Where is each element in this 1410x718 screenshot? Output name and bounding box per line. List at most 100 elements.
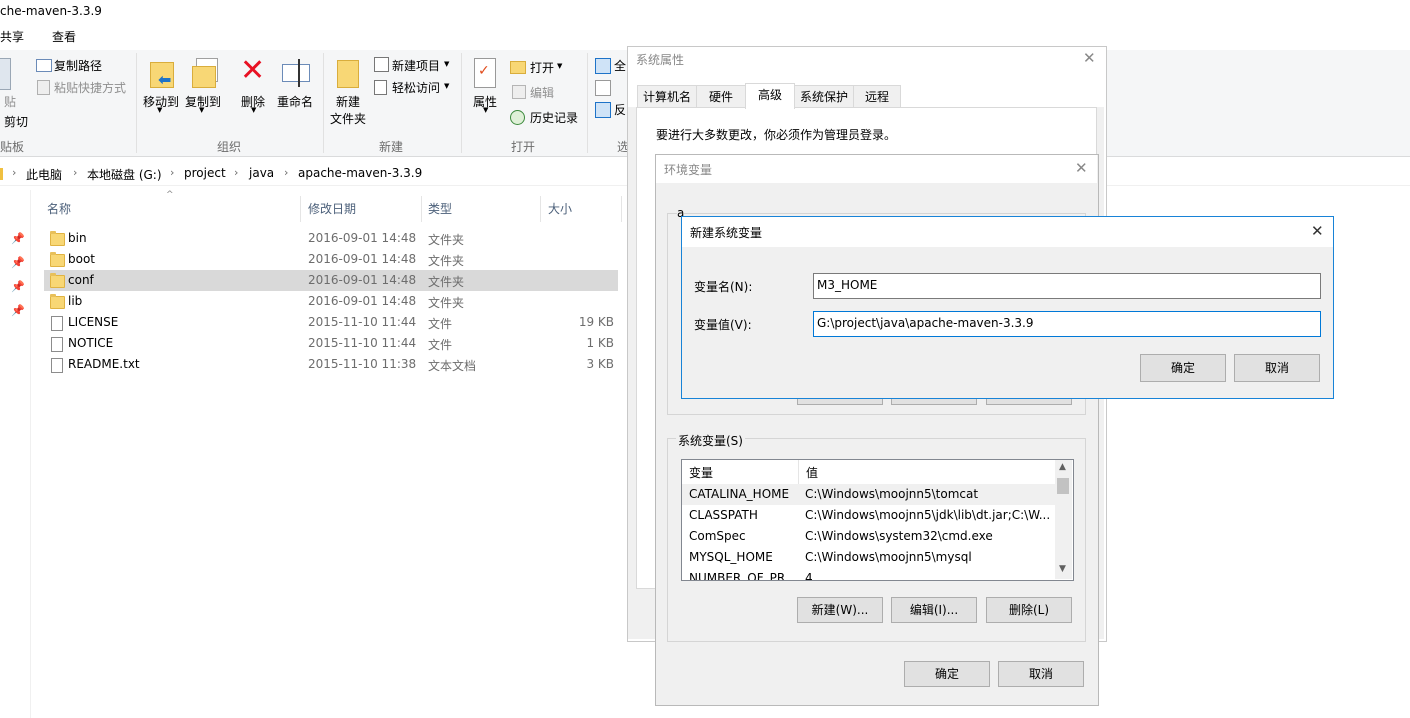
menu-share[interactable]: 共享 [0,28,24,45]
variable-value-input[interactable]: G:\project\java\apache-maven-3.3.9 [813,311,1321,337]
cut-button[interactable]: 剪切 [4,113,28,130]
column-divider[interactable] [540,196,541,222]
paste-shortcut-button[interactable]: 粘贴快捷方式 [54,79,126,96]
copy-path-button[interactable]: 复制路径 [54,57,102,74]
breadcrumb-this-pc[interactable]: 此电脑 [26,166,62,183]
system-edit-button[interactable]: 编辑(I)... [891,597,977,623]
scroll-down-icon[interactable]: ▼ [1059,564,1066,574]
new-folder-label-line1[interactable]: 新建 [336,93,360,110]
file-row[interactable]: boot 2016-09-01 14:48 文件夹 [44,249,618,270]
table-row[interactable]: NUMBER_OF_PR... 4 [682,568,1055,580]
rename-button[interactable]: 重命名 [277,93,313,110]
column-header-type[interactable]: 类型 [428,200,452,217]
env-cancel-button[interactable]: 取消 [998,661,1084,687]
admin-note: 要进行大多数更改，你必须作为管理员登录。 [656,128,897,142]
breadcrumb-separator-icon: › [73,166,78,179]
breadcrumb-drive[interactable]: 本地磁盘 (G:) [87,166,162,183]
scroll-up-icon[interactable]: ▲ [1059,462,1066,472]
pin-icon[interactable]: 📌 [11,256,25,269]
column-divider[interactable] [421,196,422,222]
system-vars-list[interactable]: 变量 值 CATALINA_HOME C:\Windows\moojnn5\to… [681,459,1074,581]
close-icon[interactable]: ✕ [1083,49,1096,67]
variable-name: CLASSPATH [689,508,758,522]
file-date: 2016-09-01 14:48 [308,231,417,245]
tab-hardware[interactable]: 硬件 [696,85,746,108]
file-name: NOTICE [68,336,114,350]
system-delete-button[interactable]: 删除(L) [986,597,1072,623]
table-row[interactable]: CATALINA_HOME C:\Windows\moojnn5\tomcat [682,484,1055,505]
paste-shortcut-icon [37,80,50,95]
file-row[interactable]: README.txt 2015-11-10 11:38 文本文档 3 KB [44,354,618,375]
copy-path-icon [36,59,52,72]
new-item-icon [374,57,389,72]
file-date: 2016-09-01 14:48 [308,294,417,308]
table-row[interactable]: ComSpec C:\Windows\system32\cmd.exe [682,526,1055,547]
column-divider[interactable] [798,460,799,484]
variable-value: C:\Windows\moojnn5\tomcat [805,487,979,501]
history-icon [510,110,525,125]
column-divider[interactable] [621,196,622,222]
column-header-date[interactable]: 修改日期 [308,200,356,217]
file-row[interactable]: LICENSE 2015-11-10 11:44 文件 19 KB [44,312,618,333]
file-name: conf [68,273,94,287]
select-all-button[interactable]: 全 [614,57,626,74]
pin-icon[interactable]: 📌 [11,304,25,317]
system-vars-label: 系统变量(S) [676,432,745,449]
env-ok-button[interactable]: 确定 [904,661,990,687]
history-button[interactable]: 历史记录 [530,109,578,126]
table-row[interactable]: MYSQL_HOME C:\Windows\moojnn5\mysql [682,547,1055,568]
scrollbar-thumb[interactable] [1057,478,1069,494]
tab-remote[interactable]: 远程 [853,85,901,108]
open-chevron-icon: ▼ [557,62,563,70]
open-button[interactable]: 打开 [530,59,554,76]
column-header-name[interactable]: 名称 [47,200,71,217]
delete-icon: ✕ [240,53,266,88]
tab-computer-name[interactable]: 计算机名 [637,85,697,108]
invert-selection-button[interactable]: 反 [614,101,626,118]
file-size: 19 KB [578,315,614,329]
file-row[interactable]: bin 2016-09-01 14:48 文件夹 [44,228,618,249]
scrollbar[interactable]: ▲ ▼ [1055,460,1072,579]
tab-advanced[interactable]: 高级 [745,83,795,109]
column-header-variable[interactable]: 变量 [689,464,713,481]
paste-icon[interactable] [0,58,11,90]
variable-value-label: 变量值(V): [694,318,752,332]
new-var-title-bar [682,217,1333,247]
breadcrumb-project[interactable]: project [184,166,226,180]
breadcrumb-java[interactable]: java [249,166,274,180]
menu-view[interactable]: 查看 [52,28,76,45]
sort-ascending-icon: ^ [166,190,174,200]
new-folder-label-line2[interactable]: 文件夹 [330,110,366,127]
file-row[interactable]: lib 2016-09-01 14:48 文件夹 [44,291,618,312]
column-header-value[interactable]: 值 [806,464,818,481]
easy-access-icon [374,80,387,95]
easy-access-button[interactable]: 轻松访问 [392,79,440,96]
file-row-selected[interactable]: conf 2016-09-01 14:48 文件夹 [44,270,618,291]
file-date: 2015-11-10 11:44 [308,336,417,350]
pin-icon[interactable]: 📌 [11,232,25,245]
paste-button-label[interactable]: 贴 [4,93,16,110]
new-item-chevron-icon: ▼ [444,60,450,68]
clipboard-group-label: 贴板 [0,140,25,154]
file-type: 文件夹 [428,296,465,310]
breadcrumb-current-folder[interactable]: apache-maven-3.3.9 [298,166,422,180]
pin-icon[interactable]: 📌 [11,280,25,293]
table-row[interactable]: CLASSPATH C:\Windows\moojnn5\jdk\lib\dt.… [682,505,1055,526]
new-var-cancel-button[interactable]: 取消 [1234,354,1320,382]
column-header-size[interactable]: 大小 [548,200,572,217]
tab-system-protection[interactable]: 系统保护 [794,85,854,108]
open-icon [510,61,526,74]
breadcrumb-separator-icon: › [234,166,239,179]
file-row[interactable]: NOTICE 2015-11-10 11:44 文件 1 KB [44,333,618,354]
new-item-button[interactable]: 新建项目 [392,57,440,74]
variable-name-input[interactable]: M3_HOME [813,273,1321,299]
close-icon[interactable]: ✕ [1311,222,1324,240]
file-date: 2015-11-10 11:38 [308,357,417,371]
column-divider[interactable] [300,196,301,222]
new-var-ok-button[interactable]: 确定 [1140,354,1226,382]
edit-button[interactable]: 编辑 [530,84,554,101]
new-variable-title: 新建系统变量 [690,226,763,240]
system-new-button[interactable]: 新建(W)... [797,597,883,623]
file-type: 文件 [428,317,453,331]
close-icon[interactable]: ✕ [1075,159,1088,177]
